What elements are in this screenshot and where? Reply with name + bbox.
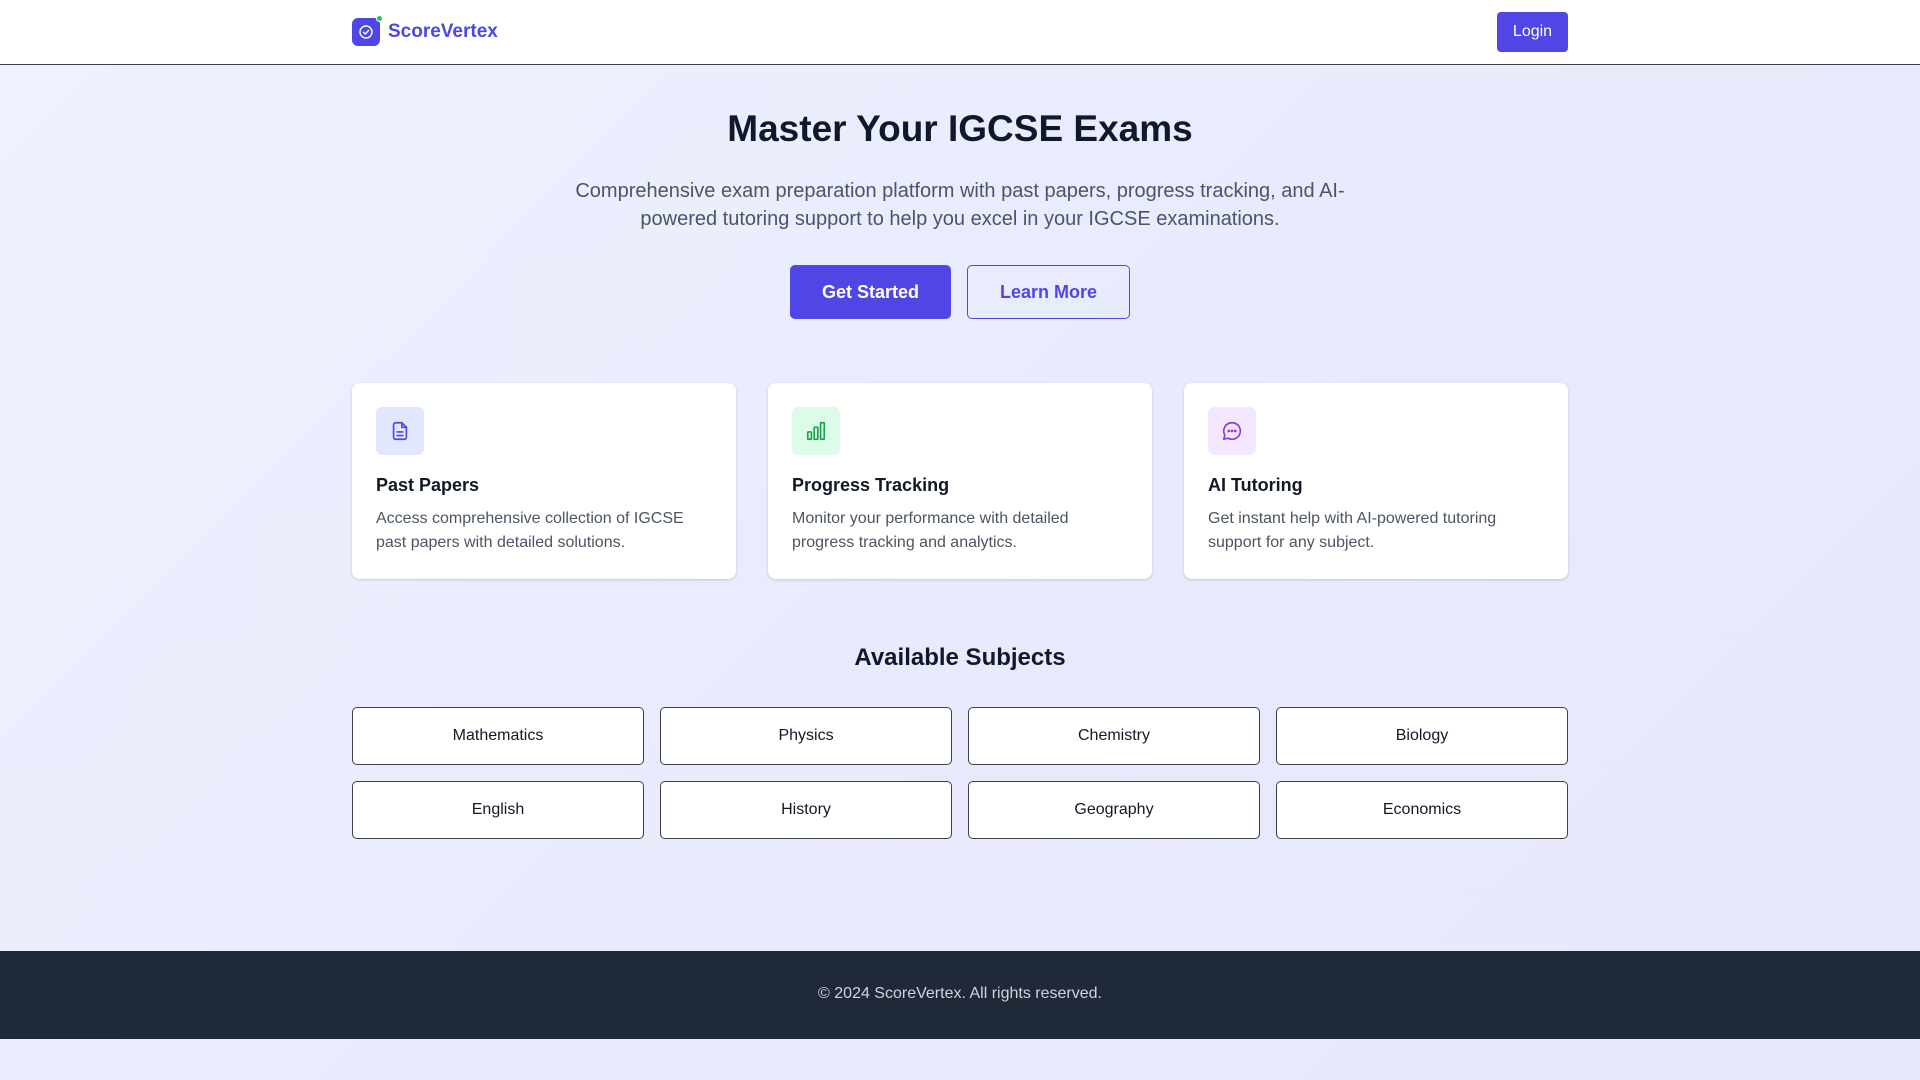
feature-card-past-papers: Past Papers Access comprehensive collect… bbox=[352, 383, 736, 579]
hero-subtitle: Comprehensive exam preparation platform … bbox=[575, 180, 1345, 230]
subject-chemistry-button[interactable]: Chemistry bbox=[968, 707, 1260, 765]
subject-history-button[interactable]: History bbox=[660, 781, 952, 839]
subject-biology-button[interactable]: Biology bbox=[1276, 707, 1568, 765]
brand-link[interactable]: ScoreVertex bbox=[352, 15, 498, 46]
subject-physics-button[interactable]: Physics bbox=[660, 707, 952, 765]
copyright-text: © 2024 ScoreVertex. All rights reserved. bbox=[818, 985, 1102, 1002]
feature-title: Past Papers bbox=[376, 475, 480, 495]
subject-geography-button[interactable]: Geography bbox=[968, 781, 1260, 839]
feature-description: Access comprehensive collection of IGCSE… bbox=[376, 510, 684, 551]
feature-title: Progress Tracking bbox=[792, 475, 950, 495]
feature-card-ai-tutoring: AI Tutoring Get instant help with AI-pow… bbox=[1184, 383, 1568, 579]
top-navbar: ScoreVertex Login bbox=[0, 0, 1920, 65]
brand-logo-icon bbox=[352, 15, 383, 46]
feature-description: Get instant help with AI-powered tutorin… bbox=[1208, 510, 1497, 551]
brand-name: ScoreVertex bbox=[388, 21, 498, 42]
subjects-heading: Available Subjects bbox=[854, 644, 1066, 671]
login-button[interactable]: Login bbox=[1497, 12, 1568, 52]
footer: © 2024 ScoreVertex. All rights reserved. bbox=[0, 951, 1920, 1039]
hero-title: Master Your IGCSE Exams bbox=[727, 108, 1193, 149]
get-started-button[interactable]: Get Started bbox=[790, 265, 951, 319]
learn-more-button[interactable]: Learn More bbox=[967, 265, 1130, 319]
feature-description: Monitor your performance with detailed p… bbox=[792, 510, 1069, 551]
chat-icon bbox=[1208, 407, 1256, 455]
document-icon bbox=[376, 407, 424, 455]
feature-title: AI Tutoring bbox=[1208, 475, 1303, 495]
bar-chart-icon bbox=[792, 407, 840, 455]
subject-mathematics-button[interactable]: Mathematics bbox=[352, 707, 644, 765]
subject-english-button[interactable]: English bbox=[352, 781, 644, 839]
subject-economics-button[interactable]: Economics bbox=[1276, 781, 1568, 839]
brand-status-dot bbox=[376, 15, 383, 22]
feature-card-progress-tracking: Progress Tracking Monitor your performan… bbox=[768, 383, 1152, 579]
